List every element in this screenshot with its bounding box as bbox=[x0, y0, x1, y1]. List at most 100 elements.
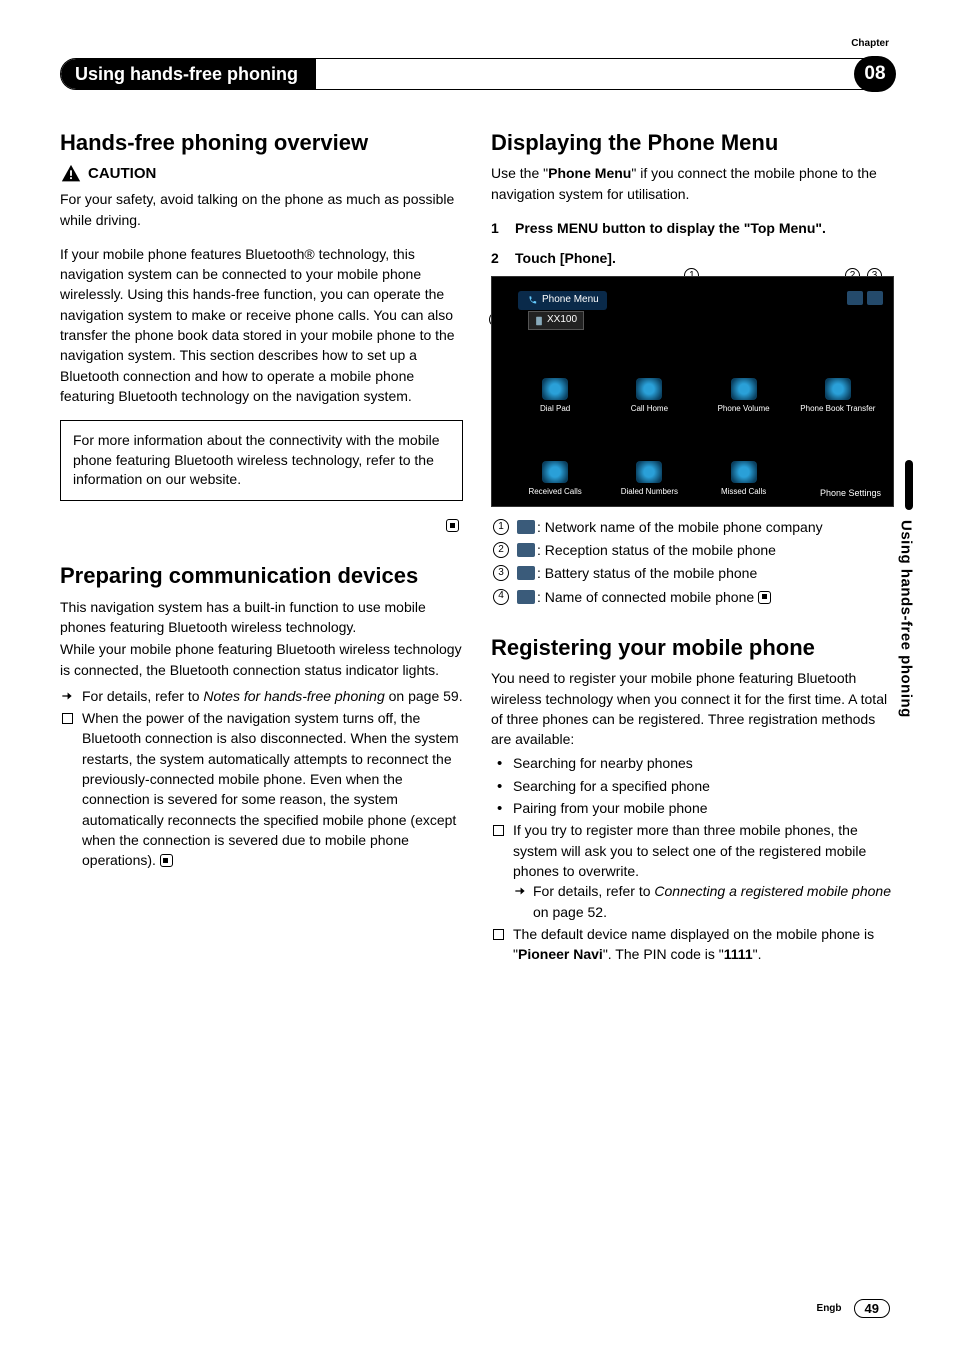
warning-icon bbox=[60, 163, 82, 185]
chapter-title: Using hands-free phoning bbox=[61, 59, 316, 89]
dialpad-icon bbox=[542, 378, 568, 400]
side-tab-text: Using hands-free phoning bbox=[898, 520, 915, 718]
list-item: The default device name displayed on the… bbox=[491, 924, 894, 965]
caution-body: For your safety, avoid talking on the ph… bbox=[60, 189, 463, 230]
phone-menu-screenshot: Phone Menu XX100 Dial Pad Call Home Phon… bbox=[491, 276, 894, 506]
text: Phone Menu bbox=[647, 130, 778, 155]
shot-grid: Dial Pad Call Home Phone Volume Phone Bo… bbox=[510, 335, 883, 497]
battery-icon bbox=[517, 566, 535, 580]
side-tab-marker bbox=[905, 460, 913, 510]
right-column: Displaying the Phone Menu Use the "Phone… bbox=[491, 130, 894, 966]
text: Use the " bbox=[491, 165, 548, 181]
legend-2: 2 : Reception status of the mobile phone bbox=[491, 540, 894, 560]
page: Chapter Using hands-free phoning 08 Hand… bbox=[0, 0, 954, 1352]
bluetooth-paragraph: If your mobile phone features Bluetooth®… bbox=[60, 244, 463, 406]
prepare-list: For details, refer to Notes for hands-fr… bbox=[60, 686, 463, 871]
reference-title: Connecting a registered mobile phone bbox=[654, 883, 891, 899]
label: Phone Volume bbox=[718, 403, 770, 415]
page-footer: Engb 49 bbox=[817, 1299, 890, 1318]
list-item: Pairing from your mobile phone bbox=[491, 798, 894, 818]
text: : Network name of the mobile phone compa… bbox=[537, 519, 823, 535]
phone-device-icon bbox=[517, 590, 535, 604]
shot-title: Phone Menu bbox=[518, 291, 607, 310]
shot-cell: Dialed Numbers bbox=[604, 419, 694, 498]
content-columns: Hands-free phoning overview CAUTION For … bbox=[60, 130, 894, 966]
legend-4: 4: Name of connected mobile phone bbox=[491, 587, 894, 607]
text: Displaying the bbox=[491, 130, 647, 155]
shot-cell: Received Calls bbox=[510, 419, 600, 498]
list-item: Searching for nearby phones bbox=[491, 753, 894, 773]
battery-icon bbox=[867, 291, 883, 305]
volume-icon bbox=[731, 378, 757, 400]
shot-device: XX100 bbox=[528, 311, 584, 330]
shot-cell: Dial Pad bbox=[510, 335, 600, 414]
legend-1: 1 : Network name of the mobile phone comp… bbox=[491, 517, 894, 537]
legend-3: 3 : Battery status of the mobile phone bbox=[491, 563, 894, 583]
register-intro: You need to register your mobile phone f… bbox=[491, 668, 894, 749]
text-bold: Phone Menu bbox=[548, 165, 631, 181]
screenshot-wrap: 1 2 3 4 Phone Menu XX100 bbox=[491, 276, 894, 506]
step-1: 1Press MENU button to display the "Top M… bbox=[491, 218, 894, 238]
network-icon bbox=[517, 520, 535, 534]
sub-reference: For details, refer to Connecting a regis… bbox=[513, 881, 894, 922]
shot-cell: Phone Volume bbox=[699, 335, 789, 414]
reception-icon bbox=[517, 543, 535, 557]
text-bold: Pioneer Navi bbox=[518, 946, 603, 962]
text: Searching for nearby phones bbox=[513, 755, 693, 771]
page-number: 49 bbox=[854, 1299, 890, 1318]
step-2: 2Touch [Phone]. bbox=[491, 248, 894, 268]
text: Pairing from your mobile phone bbox=[513, 800, 708, 816]
end-square-icon bbox=[160, 854, 173, 867]
label: Call Home bbox=[631, 403, 668, 415]
received-icon bbox=[542, 461, 568, 483]
text: For details, refer to bbox=[82, 688, 203, 704]
heading-preparing: Preparing communication devices bbox=[60, 563, 463, 588]
chapter-label: Chapter bbox=[851, 38, 889, 49]
dialed-icon bbox=[636, 461, 662, 483]
prepare-p2: While your mobile phone featuring Blueto… bbox=[60, 639, 463, 680]
end-square-icon bbox=[446, 519, 459, 532]
arrow-right-icon bbox=[513, 884, 527, 898]
list-item: Searching for a specified phone bbox=[491, 776, 894, 796]
text: : Battery status of the mobile phone bbox=[537, 565, 757, 581]
heading-registering: Registering your mobile phone bbox=[491, 635, 894, 660]
signal-icon bbox=[847, 291, 863, 305]
caution-row: CAUTION bbox=[60, 163, 463, 185]
legend-num: 3 bbox=[493, 565, 509, 581]
text-bold: 1111 bbox=[724, 946, 753, 962]
header-capsule: Using hands-free phoning bbox=[60, 58, 894, 90]
side-tab: Using hands-free phoning bbox=[894, 460, 918, 718]
text: : Name of connected mobile phone bbox=[537, 589, 754, 605]
shot-cell: Phone Book Transfer bbox=[793, 335, 883, 414]
prepare-p1: This navigation system has a built-in fu… bbox=[60, 597, 463, 638]
heading-displaying: Displaying the Phone Menu bbox=[491, 130, 894, 155]
end-square-icon bbox=[758, 591, 771, 604]
footer-lang: Engb bbox=[817, 1303, 842, 1314]
step-text: Press MENU button to display the "Top Me… bbox=[515, 220, 826, 236]
missed-icon bbox=[731, 461, 757, 483]
text: ". The PIN code is " bbox=[603, 946, 724, 962]
display-intro: Use the "Phone Menu" if you connect the … bbox=[491, 163, 894, 204]
label: Phone Book Transfer bbox=[800, 403, 875, 415]
legend-num: 1 bbox=[493, 519, 509, 535]
arrow-right-icon bbox=[60, 689, 74, 703]
text: XX100 bbox=[547, 313, 577, 328]
section-end-marker bbox=[60, 515, 459, 535]
step-text: Touch [Phone]. bbox=[515, 250, 616, 266]
shot-status-icons bbox=[847, 291, 883, 305]
reference-title: Notes for hands-free phoning bbox=[203, 688, 384, 704]
legend-num: 2 bbox=[493, 542, 509, 558]
left-column: Hands-free phoning overview CAUTION For … bbox=[60, 130, 463, 966]
shot-cell: Missed Calls bbox=[699, 419, 789, 498]
heading-overview: Hands-free phoning overview bbox=[60, 130, 463, 155]
list-item: When the power of the navigation system … bbox=[60, 708, 463, 870]
transfer-icon bbox=[825, 378, 851, 400]
label: Dial Pad bbox=[540, 403, 570, 415]
home-icon bbox=[636, 378, 662, 400]
text: on page 59. bbox=[385, 688, 463, 704]
text: : Reception status of the mobile phone bbox=[537, 542, 776, 558]
text: ". bbox=[753, 946, 762, 962]
device-icon bbox=[535, 316, 543, 326]
text: on page 52. bbox=[533, 904, 607, 920]
info-box: For more information about the connectiv… bbox=[60, 420, 463, 501]
